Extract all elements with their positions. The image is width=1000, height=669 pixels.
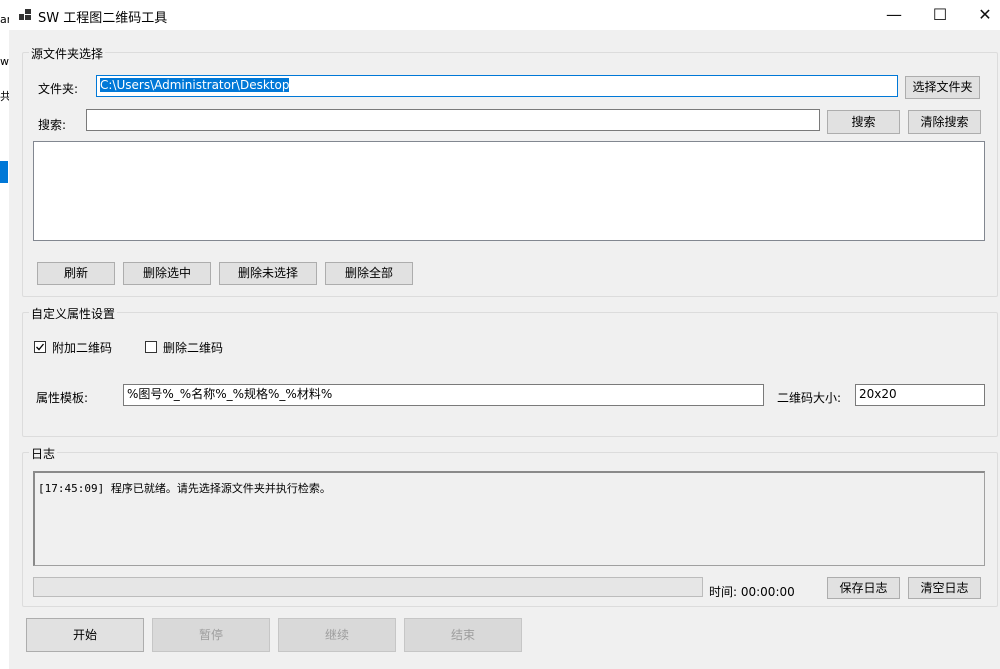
end-button[interactable]: 结束 — [404, 618, 522, 652]
folder-path-input[interactable]: C:\Users\Administrator\Desktop — [96, 75, 898, 97]
qr-size-label: 二维码大小: — [777, 391, 842, 405]
qr-size-input[interactable]: 20x20 — [855, 384, 985, 406]
log-line: [17:45:09] 程序已就绪。请先选择源文件夹并执行检索。 — [38, 482, 331, 495]
progress-bar — [33, 577, 703, 597]
template-input[interactable]: %图号%_%名称%_%规格%_%材料% — [123, 384, 764, 406]
delete-selected-button[interactable]: 删除选中 — [123, 262, 211, 285]
file-list[interactable] — [33, 141, 985, 241]
folder-label: 文件夹: — [38, 82, 79, 96]
attach-qr-checkbox[interactable] — [34, 341, 46, 353]
attribute-settings-group — [22, 312, 998, 437]
delete-all-button[interactable]: 删除全部 — [325, 262, 413, 285]
save-log-button[interactable]: 保存日志 — [827, 577, 900, 599]
search-label: 搜索: — [38, 118, 67, 132]
delete-unselected-button[interactable]: 删除未选择 — [219, 262, 317, 285]
log-output[interactable]: [17:45:09] 程序已就绪。请先选择源文件夹并执行检索。 — [33, 471, 985, 566]
delete-qr-checkbox[interactable] — [145, 341, 157, 353]
background-selection — [0, 161, 8, 183]
minimize-button[interactable]: — — [871, 0, 917, 30]
choose-folder-button[interactable]: 选择文件夹 — [905, 76, 980, 99]
elapsed-time: 时间: 00:00:00 — [709, 585, 795, 599]
folder-path-text: C:\Users\Administrator\Desktop — [100, 78, 290, 92]
attach-qr-label[interactable]: 附加二维码 — [52, 339, 112, 356]
check-icon — [36, 343, 45, 351]
clear-search-button[interactable]: 清除搜索 — [908, 110, 981, 134]
title-bar[interactable]: SW 工程图二维码工具 — ☐ ✕ — [9, 0, 1000, 30]
resume-button[interactable]: 继续 — [278, 618, 396, 652]
search-input[interactable] — [86, 109, 820, 131]
template-label: 属性模板: — [36, 391, 89, 405]
start-button[interactable]: 开始 — [26, 618, 144, 652]
log-legend: 日志 — [29, 445, 58, 462]
pause-button[interactable]: 暂停 — [152, 618, 270, 652]
clear-log-button[interactable]: 清空日志 — [908, 577, 981, 599]
maximize-button[interactable]: ☐ — [917, 0, 963, 30]
attribute-settings-legend: 自定义属性设置 — [29, 305, 118, 322]
delete-qr-label[interactable]: 删除二维码 — [163, 339, 223, 356]
source-folder-legend: 源文件夹选择 — [29, 45, 106, 62]
close-button[interactable]: ✕ — [962, 0, 1000, 30]
app-icon — [19, 9, 31, 21]
refresh-button[interactable]: 刷新 — [37, 262, 115, 285]
search-button[interactable]: 搜索 — [827, 110, 900, 134]
window-title: SW 工程图二维码工具 — [38, 11, 168, 26]
background-text: w — [0, 55, 9, 68]
app-window: SW 工程图二维码工具 — ☐ ✕ 源文件夹选择 文件夹: C:\Users\A… — [9, 0, 1000, 669]
